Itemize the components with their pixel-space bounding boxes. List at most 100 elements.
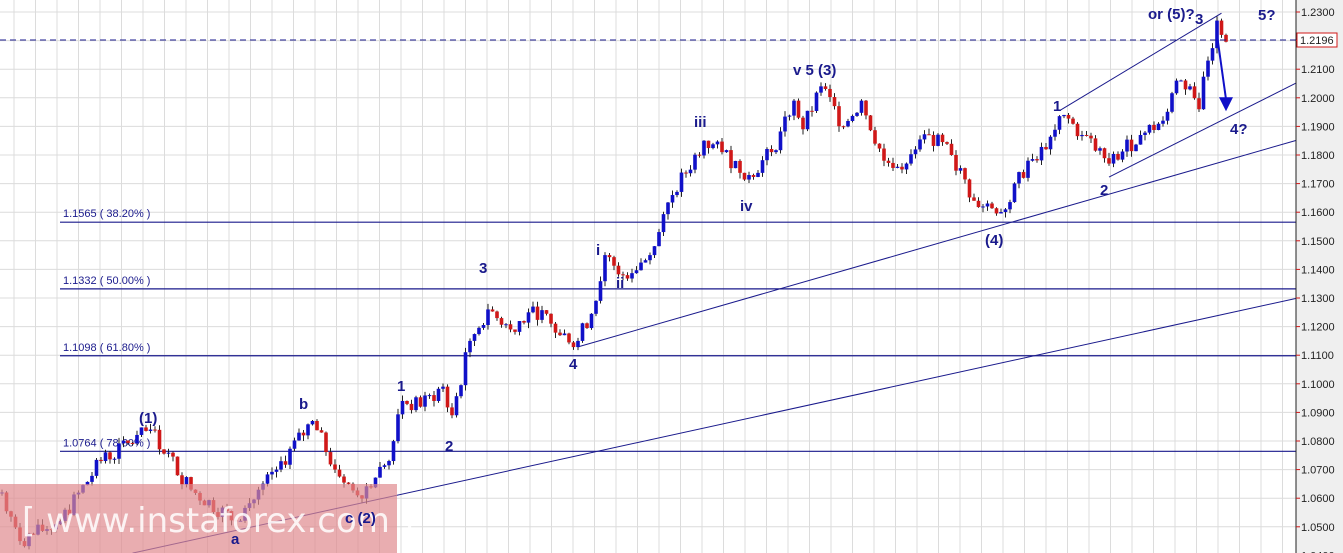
- candle-down: [873, 130, 877, 144]
- candle-down: [769, 149, 774, 153]
- candle-up: [463, 352, 468, 386]
- tick-label: 1.0900: [1301, 407, 1335, 419]
- wave-label: 4: [569, 356, 578, 373]
- tick-label: 1.0600: [1301, 493, 1335, 505]
- tick-label: 1.2000: [1301, 93, 1335, 105]
- candle-up: [1080, 134, 1084, 137]
- candle-up: [787, 115, 792, 117]
- candle-down: [625, 275, 630, 279]
- candle-up: [630, 273, 634, 279]
- candle-up: [913, 149, 918, 155]
- candle-down: [954, 155, 958, 171]
- wave-label: 4?: [1230, 121, 1248, 138]
- candle-up: [1111, 153, 1116, 164]
- candle-up: [472, 334, 477, 341]
- candle-up: [135, 434, 139, 444]
- candle-up: [1179, 80, 1183, 82]
- candle-down: [342, 476, 346, 483]
- tick-label: 1.1300: [1301, 293, 1335, 305]
- candle-down: [1084, 134, 1089, 136]
- candle-down: [607, 255, 612, 258]
- candle-down: [144, 427, 148, 431]
- candle-up: [1210, 48, 1215, 61]
- wave-label: b: [299, 396, 308, 413]
- candle-down: [940, 134, 945, 143]
- candle-up: [774, 150, 778, 153]
- candle-up: [1057, 116, 1062, 130]
- candle-down: [697, 154, 702, 156]
- candle-down: [405, 400, 409, 404]
- candle-up: [747, 175, 751, 180]
- candle-down: [535, 306, 540, 320]
- candle-up: [1188, 86, 1192, 90]
- candle-up: [855, 112, 859, 116]
- candle-down: [931, 134, 936, 146]
- candle-down: [1035, 159, 1039, 161]
- candle-up: [639, 262, 643, 271]
- candle-up: [486, 309, 490, 326]
- candle-up: [454, 396, 459, 416]
- tick-label: 1.1800: [1301, 150, 1335, 162]
- candle-up: [648, 255, 652, 261]
- candle-down: [1197, 98, 1201, 110]
- candle-up: [760, 160, 765, 173]
- candle-up: [459, 385, 463, 397]
- fib-level-label: 1.1098 ( 61.80% ): [63, 342, 150, 354]
- candle-down: [1075, 123, 1080, 137]
- candle-down: [450, 407, 454, 416]
- candle-down: [409, 403, 414, 411]
- candle-up: [1138, 134, 1143, 145]
- candle-down: [549, 313, 553, 324]
- candle-up: [814, 92, 819, 111]
- candle-up: [441, 386, 445, 389]
- candle-up: [1206, 60, 1210, 77]
- wave-label: 5?: [1258, 7, 1276, 24]
- candle-down: [837, 106, 841, 127]
- candle-up: [936, 134, 940, 146]
- wave-label: or (5)?: [1148, 6, 1195, 23]
- candle-up: [598, 281, 603, 301]
- candle-down: [882, 148, 886, 161]
- tick-label: 1.1500: [1301, 236, 1335, 248]
- candle-up: [265, 474, 270, 484]
- candle-down: [1021, 172, 1026, 178]
- candle-up: [805, 110, 810, 130]
- candle-up: [481, 325, 486, 328]
- candle-up: [1053, 129, 1057, 137]
- candle-down: [738, 160, 742, 173]
- candle-up: [436, 388, 441, 401]
- candle-up: [666, 202, 670, 215]
- tick-label: 1.1100: [1301, 350, 1334, 362]
- candle-down: [333, 464, 337, 470]
- candle-up: [382, 465, 387, 467]
- candle-up: [603, 255, 607, 282]
- candle-up: [958, 168, 963, 171]
- candle-up: [279, 461, 283, 470]
- tick-label: 1.1700: [1301, 179, 1335, 191]
- candle-down: [558, 332, 562, 336]
- candle-up: [1134, 144, 1138, 152]
- candle-up: [103, 452, 108, 462]
- candle-up: [756, 172, 760, 177]
- candle-down: [1116, 153, 1120, 160]
- candle-down: [553, 323, 558, 333]
- candle-down: [126, 440, 130, 443]
- candle-down: [495, 311, 499, 319]
- wave-label: (1): [139, 410, 157, 427]
- fib-level-label: 1.1565 ( 38.20% ): [63, 208, 150, 220]
- candle-down: [963, 168, 967, 180]
- wave-label: 2: [445, 438, 453, 455]
- candle-down: [180, 475, 184, 485]
- candle-down: [1066, 114, 1071, 119]
- candle-up: [589, 313, 594, 329]
- candle-up: [310, 420, 315, 425]
- candle-up: [1048, 136, 1053, 150]
- candle-down: [171, 452, 175, 457]
- candle-up: [1147, 124, 1152, 133]
- candle-up: [562, 333, 567, 336]
- candle-up: [1161, 120, 1165, 124]
- candle-down: [729, 150, 733, 169]
- candle-down: [162, 449, 166, 454]
- candle-up: [1120, 151, 1125, 160]
- candle-up: [859, 100, 864, 113]
